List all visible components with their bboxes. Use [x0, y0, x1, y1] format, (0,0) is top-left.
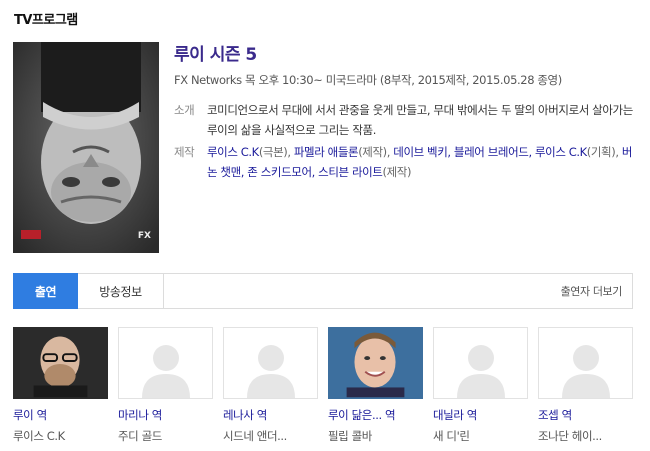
- cast-actor[interactable]: 조나단 헤이...: [538, 428, 633, 444]
- cast-photo-placeholder[interactable]: [433, 327, 528, 399]
- cast-photo-placeholder[interactable]: [118, 327, 213, 399]
- synopsis-text: 코미디언으로서 무대에 서서 관중을 웃게 만들고, 무대 밖에서는 두 딸의 …: [207, 103, 633, 137]
- credit-role: (기획),: [586, 145, 622, 159]
- credits-text: 루이스 C.K(극본), 파멜라 애들론(제작), 데이브 벡키, 블레어 브레…: [207, 142, 636, 182]
- cast-role[interactable]: 루이 닮은... 역: [328, 407, 423, 423]
- tab-broadcast-info[interactable]: 방송정보: [78, 274, 164, 308]
- synopsis-row: 소개 코미디언으로서 무대에 서서 관중을 웃게 만들고, 무대 밖에서는 두 …: [174, 100, 636, 140]
- cast-role[interactable]: 루이 역: [13, 407, 108, 423]
- cast-actor[interactable]: 주디 골드: [118, 428, 213, 444]
- person-silhouette-icon: [456, 345, 505, 398]
- cast-photo-placeholder[interactable]: [223, 327, 318, 399]
- synopsis-label: 소개: [174, 103, 195, 117]
- show-title[interactable]: 루이 시즌 5: [174, 40, 636, 65]
- cast-actor[interactable]: 새 디'린: [433, 428, 528, 444]
- credit-name[interactable]: 루이스 C.K: [207, 145, 259, 159]
- section-title: TV프로그램: [14, 13, 78, 28]
- fx-logo: FX: [138, 231, 151, 241]
- cast-photo[interactable]: [13, 327, 108, 399]
- credits-label: 제작: [174, 145, 195, 159]
- cast-role[interactable]: 대닐라 역: [433, 407, 528, 423]
- credit-role: (제작): [382, 165, 412, 179]
- cast-role[interactable]: 마리나 역: [118, 407, 213, 423]
- credit-role: (극본),: [258, 145, 294, 159]
- cast-item[interactable]: 루이 닮은... 역 필립 콜바: [328, 327, 423, 444]
- show-meta: FX Networks 목 오후 10:30~ 미국드라마 (8부작, 2015…: [174, 73, 562, 87]
- show-info: 루이 시즌 5 FX Networks 목 오후 10:30~ 미국드라마 (8…: [174, 40, 636, 182]
- cast-photo[interactable]: [328, 327, 423, 399]
- cast-role[interactable]: 조셉 역: [538, 407, 633, 423]
- cast-item[interactable]: 조셉 역 조나단 헤이...: [538, 327, 633, 444]
- tab-cast[interactable]: 출연: [13, 273, 78, 309]
- poster-image: FX: [13, 42, 159, 253]
- person-silhouette-icon: [246, 345, 295, 398]
- credit-role: (제작),: [358, 145, 394, 159]
- person-silhouette-icon: [561, 345, 610, 398]
- credit-name[interactable]: 파멜라 애들론: [294, 145, 359, 159]
- cast-role[interactable]: 레나사 역: [223, 407, 318, 423]
- cast-item[interactable]: 마리나 역 주디 골드: [118, 327, 213, 444]
- actor-photo: [329, 328, 422, 398]
- tab-bar: 출연 방송정보 출연자 더보기: [13, 273, 633, 309]
- cast-item[interactable]: 레나사 역 시드네 앤더...: [223, 327, 318, 444]
- person-silhouette-icon: [141, 345, 190, 398]
- actor-photo: [14, 328, 107, 398]
- cast-item[interactable]: 대닐라 역 새 디'린: [433, 327, 528, 444]
- cast-item[interactable]: 루이 역 루이스 C.K: [13, 327, 108, 444]
- cast-actor[interactable]: 시드네 앤더...: [223, 428, 318, 444]
- show-poster[interactable]: FX: [13, 42, 159, 253]
- cast-actor[interactable]: 필립 콜바: [328, 428, 423, 444]
- credits-row: 제작 루이스 C.K(극본), 파멜라 애들론(제작), 데이브 벡키, 블레어…: [174, 142, 636, 182]
- cast-list: 루이 역 루이스 C.K 마리나 역 주디 골드 레나사 역 시드네 앤더...: [13, 327, 633, 451]
- credit-name[interactable]: 데이브 벡키, 블레어 브레어드, 루이스 C.K: [393, 145, 587, 159]
- more-cast-link[interactable]: 출연자 더보기: [561, 274, 632, 308]
- cast-actor[interactable]: 루이스 C.K: [13, 428, 108, 444]
- cast-photo-placeholder[interactable]: [538, 327, 633, 399]
